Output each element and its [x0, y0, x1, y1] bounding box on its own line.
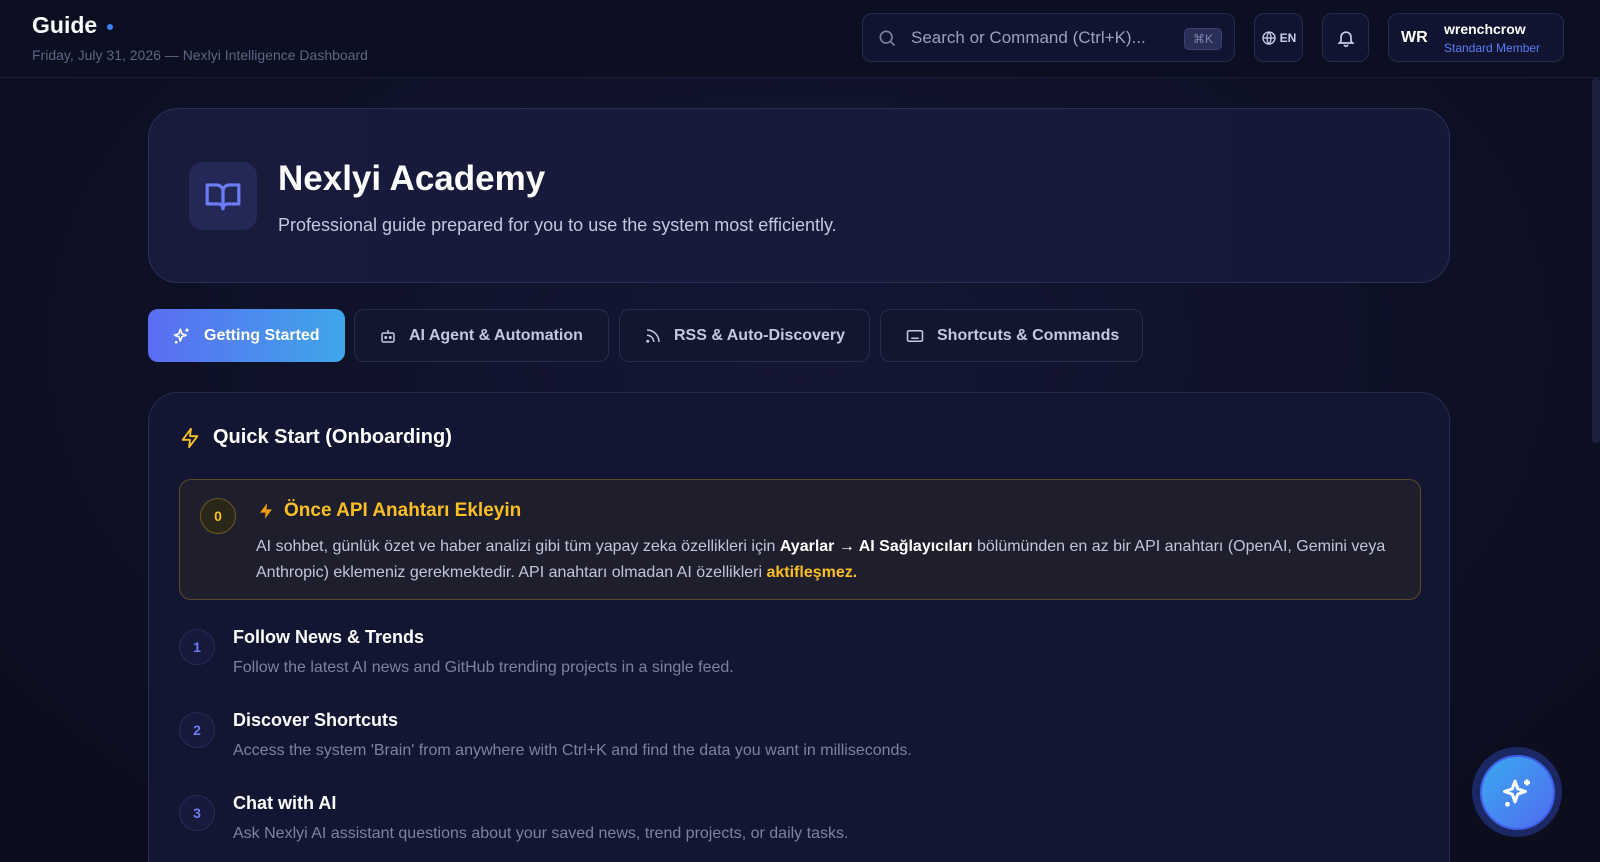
user-role: Standard Member [1444, 41, 1541, 55]
step-number: 0 [200, 498, 236, 534]
onboarding-step: 3 Chat with AI Ask Nexlyi AI assistant q… [179, 793, 1379, 862]
globe-icon [1261, 30, 1276, 45]
hero-title: Nexlyi Academy [278, 159, 546, 198]
section-title: Quick Start (Onboarding) [179, 426, 452, 449]
onboarding-step: 1 Follow News & Trends Follow the latest… [179, 627, 1379, 697]
rss-icon [646, 328, 660, 343]
onboarding-step: 2 Discover Shortcuts Access the system '… [179, 710, 1379, 780]
step-number: 1 [179, 629, 215, 665]
notice-highlight: aktifleşmez. [766, 564, 858, 581]
robot-icon [381, 329, 395, 343]
section-title-text: Quick Start (Onboarding) [213, 426, 452, 448]
tab-ai-agent-automation[interactable]: AI Agent & Automation [354, 309, 609, 362]
avatar: WR [1401, 28, 1428, 46]
search-shortcut-badge: ⌘K [1183, 28, 1222, 50]
step-title: Chat with AI [233, 793, 337, 813]
user-name: wrenchcrow [1444, 21, 1526, 37]
notifications-button[interactable] [1322, 13, 1369, 62]
language-label: EN [1279, 30, 1297, 45]
ai-assistant-button[interactable] [1480, 755, 1555, 830]
top-bar: Guide Friday, July 31, 2026 — Nexlyi Int… [0, 0, 1600, 78]
notice-title: Önce API Anahtarı Ekleyin [284, 500, 522, 521]
lightning-icon [260, 503, 272, 519]
hero-subtitle: Professional guide prepared for you to u… [278, 215, 837, 235]
tab-label: Shortcuts & Commands [937, 326, 1120, 344]
step-number: 2 [179, 712, 215, 748]
status-dot [107, 23, 114, 30]
page-subtitle: Friday, July 31, 2026 — Nexlyi Intellige… [32, 47, 368, 63]
step-description: Access the system 'Brain' from anywhere … [233, 742, 912, 759]
step-title: Follow News & Trends [233, 627, 425, 647]
step-title: Discover Shortcuts [233, 710, 399, 730]
step-number: 3 [179, 795, 215, 831]
tab-label: RSS & Auto-Discovery [674, 326, 845, 344]
api-key-notice: 0 Önce API Anahtarı Ekleyin AI sohbet, g… [179, 479, 1421, 600]
tab-shortcuts-commands[interactable]: Shortcuts & Commands [880, 309, 1143, 362]
user-profile-button[interactable]: WR wrenchcrow Standard Member [1388, 13, 1564, 62]
notice-text: AI sohbet, günlük özet ve haber analizi … [256, 538, 780, 555]
search-input[interactable]: Search or Command (Ctrl+K)... [911, 28, 1146, 48]
step-description: Ask Nexlyi AI assistant questions about … [233, 825, 849, 842]
academy-hero-card: Nexlyi Academy Professional guide prepar… [148, 108, 1450, 283]
hero-icon-container [189, 162, 257, 230]
search-icon [879, 30, 896, 46]
notice-body: AI sohbet, günlük özet ve haber analizi … [256, 534, 1386, 586]
lightning-icon [181, 427, 199, 448]
step-description: Follow the latest AI news and GitHub tre… [233, 659, 734, 676]
tab-getting-started[interactable]: Getting Started [148, 309, 345, 362]
tab-rss-auto-discovery[interactable]: RSS & Auto-Discovery [619, 309, 870, 362]
tab-label: AI Agent & Automation [409, 326, 583, 344]
page-title-text: Guide [32, 12, 98, 38]
search-bar[interactable]: Search or Command (Ctrl+K)... ⌘K [862, 13, 1235, 62]
bell-icon [1336, 30, 1355, 47]
language-switcher[interactable]: EN [1254, 13, 1303, 62]
quick-start-card: Quick Start (Onboarding) 0 Önce API Anah… [148, 392, 1450, 862]
settings-path: Ayarlar → AI Sağlayıcıları [779, 538, 973, 555]
open-book-icon [205, 183, 241, 211]
sparkles-icon [1502, 779, 1530, 806]
page-title: Guide [32, 12, 114, 39]
notice-heading: Önce API Anahtarı Ekleyin [258, 500, 521, 522]
scrollbar[interactable] [1592, 78, 1600, 443]
sparkles-icon [173, 328, 189, 343]
keyboard-icon [906, 329, 924, 342]
tab-label: Getting Started [204, 326, 320, 344]
